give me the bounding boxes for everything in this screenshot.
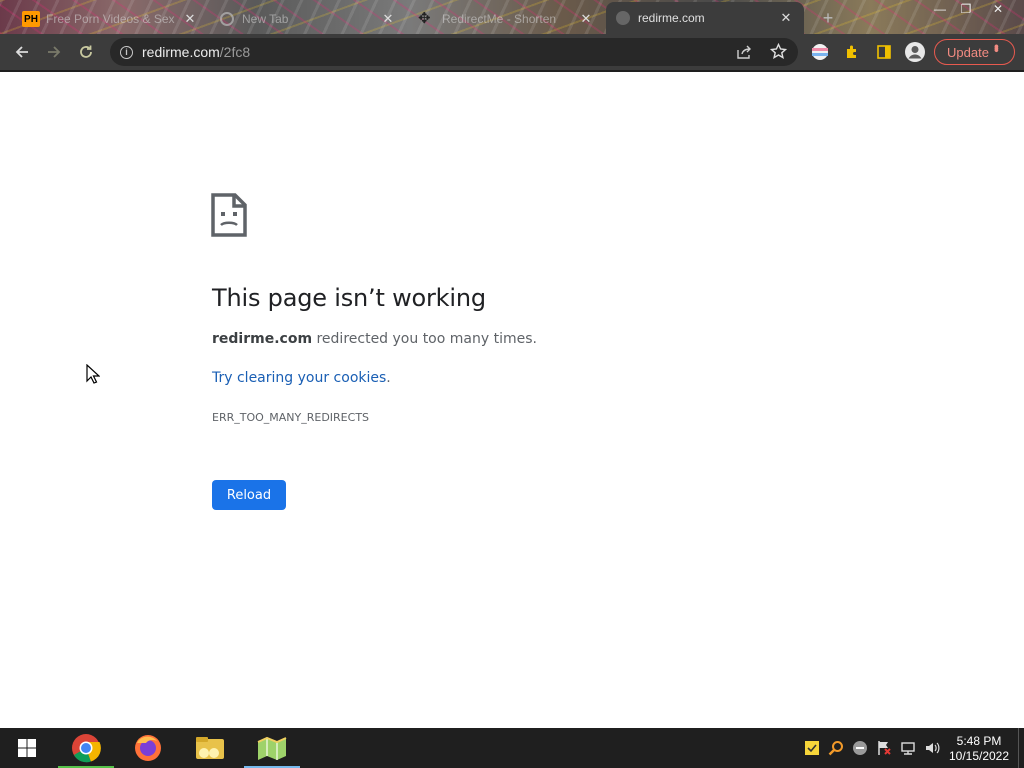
error-code: ERR_TOO_MANY_REDIRECTS bbox=[212, 411, 370, 424]
bookmark-star-icon[interactable] bbox=[769, 42, 788, 65]
browser-toolbar: i redirme.com/2fc8 Update ••• bbox=[0, 34, 1024, 70]
restore-button[interactable]: ❐ bbox=[952, 0, 980, 18]
close-icon[interactable]: ✕ bbox=[578, 11, 594, 27]
suggestion-period: . bbox=[386, 370, 391, 386]
volume-icon[interactable] bbox=[924, 740, 940, 756]
show-desktop-button[interactable] bbox=[1018, 728, 1024, 768]
chrome-icon bbox=[72, 734, 101, 763]
new-tab-button[interactable]: + bbox=[818, 8, 838, 28]
move-icon: ✥ bbox=[418, 10, 431, 27]
ph-icon: PH bbox=[22, 11, 40, 27]
tab-strip: PH Free Porn Videos & Sex ✕ New Tab ✕ ✥ … bbox=[0, 0, 1024, 34]
extensions-puzzle-icon[interactable] bbox=[840, 40, 864, 64]
share-icon[interactable] bbox=[736, 44, 752, 65]
system-clock[interactable]: 5:48 PM 10/15/2022 bbox=[944, 734, 1014, 764]
windows-taskbar: 5:48 PM 10/15/2022 bbox=[0, 728, 1024, 768]
tab-1[interactable]: PH Free Porn Videos & Sex ✕ bbox=[12, 4, 208, 34]
forward-button[interactable] bbox=[42, 40, 66, 64]
tab-title: RedirectMe - Shorten bbox=[442, 12, 557, 26]
menu-dots-icon[interactable]: ••• bbox=[989, 44, 1005, 50]
error-description: redirme.com redirected you too many time… bbox=[212, 331, 537, 347]
refresh-icon bbox=[80, 45, 92, 58]
page-icon bbox=[616, 11, 630, 25]
tab-title: New Tab bbox=[242, 12, 289, 26]
error-title: This page isn’t working bbox=[212, 284, 486, 312]
clock-date: 10/15/2022 bbox=[948, 749, 1010, 763]
error-description-text: redirected you too many times. bbox=[312, 331, 537, 347]
clock-time: 5:48 PM bbox=[956, 734, 1002, 748]
tab-title: Free Porn Videos & Sex bbox=[46, 12, 175, 26]
clear-cookies-link[interactable]: Try clearing your cookies bbox=[212, 370, 386, 386]
maps-taskbar-button[interactable] bbox=[242, 728, 302, 768]
close-icon[interactable]: ✕ bbox=[182, 11, 198, 27]
error-suggestion: Try clearing your cookies. bbox=[212, 370, 391, 386]
flag-icon[interactable] bbox=[876, 740, 892, 756]
start-button[interactable] bbox=[0, 728, 54, 768]
tab-title: redirme.com bbox=[638, 11, 705, 25]
close-icon[interactable]: ✕ bbox=[380, 11, 396, 27]
window-close-button[interactable]: ✕ bbox=[984, 0, 1012, 18]
sad-document-icon bbox=[211, 193, 247, 242]
back-arrow-icon bbox=[15, 46, 28, 58]
chrome-taskbar-button[interactable] bbox=[56, 728, 116, 768]
update-button[interactable]: Update ••• bbox=[934, 39, 1015, 65]
update-label: Update bbox=[947, 44, 989, 60]
side-panel-icon[interactable] bbox=[872, 40, 896, 64]
profile-avatar-icon[interactable] bbox=[903, 40, 927, 64]
file-explorer-icon bbox=[196, 737, 224, 759]
explorer-taskbar-button[interactable] bbox=[180, 728, 240, 768]
maps-icon bbox=[257, 736, 287, 760]
search-icon[interactable] bbox=[828, 740, 844, 756]
info-icon[interactable]: i bbox=[120, 45, 133, 59]
sticky-notes-icon[interactable] bbox=[804, 740, 820, 756]
network-icon[interactable] bbox=[900, 740, 916, 756]
url-host: redirme.com bbox=[142, 44, 220, 60]
forward-arrow-icon bbox=[48, 46, 61, 58]
mouse-cursor-icon bbox=[86, 363, 101, 389]
firefox-taskbar-button[interactable] bbox=[118, 728, 178, 768]
close-icon[interactable]: ✕ bbox=[778, 10, 794, 26]
error-host: redirme.com bbox=[212, 331, 313, 347]
address-bar[interactable]: i redirme.com/2fc8 bbox=[110, 38, 798, 66]
reload-toolbar-button[interactable] bbox=[74, 40, 98, 64]
reload-button[interactable]: Reload bbox=[212, 480, 286, 510]
url-path: /2fc8 bbox=[219, 44, 251, 60]
status-icon[interactable] bbox=[852, 740, 868, 756]
tab-active[interactable]: redirme.com ✕ bbox=[606, 2, 804, 34]
globe-icon bbox=[220, 12, 234, 26]
tab-2[interactable]: New Tab ✕ bbox=[210, 4, 406, 34]
minimize-button[interactable]: — bbox=[926, 0, 954, 18]
tab-3[interactable]: ✥ RedirectMe - Shorten ✕ bbox=[408, 4, 604, 34]
firefox-icon bbox=[135, 735, 161, 761]
back-button[interactable] bbox=[10, 40, 34, 64]
error-page: This page isn’t working redirme.com redi… bbox=[0, 72, 1024, 728]
extension-flag-icon[interactable] bbox=[808, 40, 832, 64]
windows-logo-icon bbox=[18, 739, 36, 757]
